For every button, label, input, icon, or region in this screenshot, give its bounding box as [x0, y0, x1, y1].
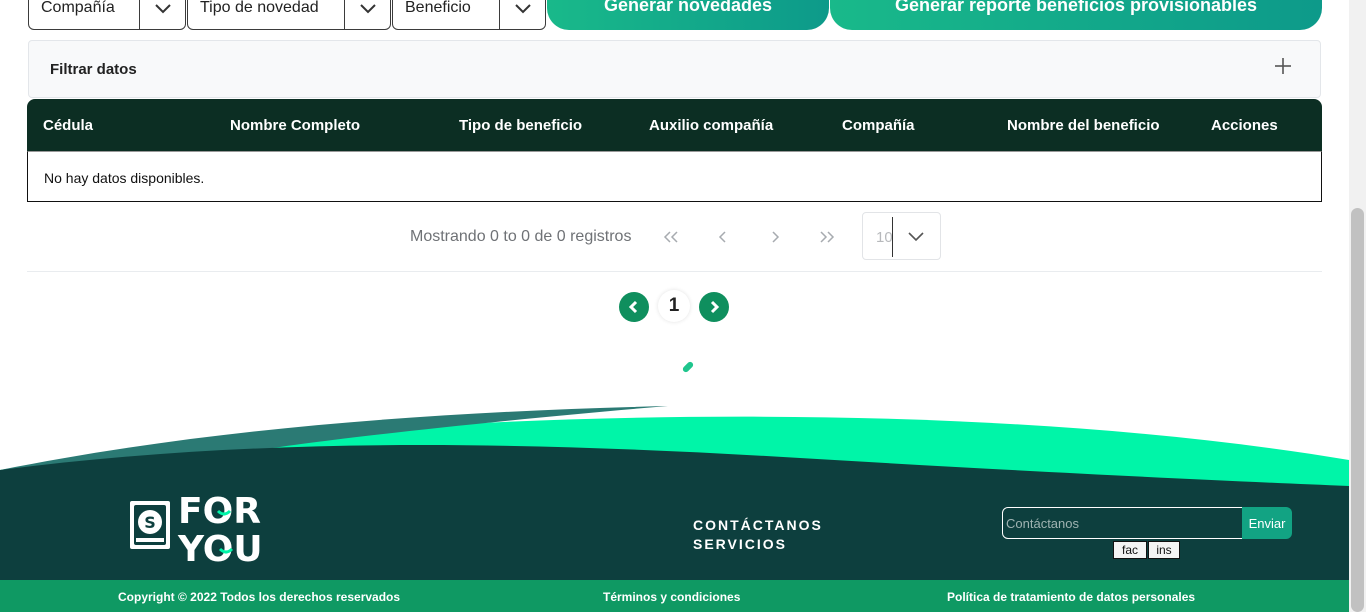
column-header-benefit-name[interactable]: Nombre del beneficio [1007, 117, 1160, 134]
divider [27, 271, 1322, 272]
double-chevron-left-icon[interactable] [659, 226, 683, 248]
footer-bottom-bar: Copyright © 2022 Todos los derechos rese… [0, 580, 1349, 612]
filter-panel-title: Filtrar datos [50, 61, 137, 78]
column-header-company-aid[interactable]: Auxilio compañía [649, 117, 773, 134]
footer-link-services[interactable]: SERVICIOS [693, 535, 823, 554]
plus-icon[interactable] [1272, 55, 1294, 77]
send-button[interactable]: Enviar [1242, 507, 1292, 539]
page-size-value: 10 [876, 229, 893, 246]
instagram-link[interactable]: ins [1148, 541, 1180, 559]
next-page-button[interactable] [699, 292, 729, 322]
footer-wave-decoration [0, 406, 1349, 490]
svg-text:S: S [144, 513, 156, 532]
column-header-benefit-type[interactable]: Tipo de beneficio [459, 117, 582, 134]
double-chevron-right-icon[interactable] [815, 226, 839, 248]
prev-page-button[interactable] [619, 292, 649, 322]
facebook-link[interactable]: fac [1113, 541, 1147, 559]
table-header: Cédula Nombre Completo Tipo de beneficio… [27, 99, 1322, 151]
contact-input[interactable]: Contáctanos [1002, 507, 1243, 539]
column-header-cedula[interactable]: Cédula [43, 117, 93, 134]
benefit-select-value: Beneficio [405, 0, 471, 16]
novelty-type-select[interactable]: Tipo de novedad [187, 0, 391, 30]
benefit-select[interactable]: Beneficio [392, 0, 546, 30]
chevron-right-icon [710, 300, 720, 314]
for-you-logo[interactable]: S FOR YOU [128, 489, 278, 570]
novelty-type-select-value: Tipo de novedad [200, 0, 319, 16]
page-size-select[interactable]: 10 [862, 212, 941, 260]
loading-indicator [681, 360, 695, 374]
chevron-left-icon[interactable] [711, 226, 735, 248]
column-header-full-name[interactable]: Nombre Completo [230, 117, 360, 134]
text-cursor [892, 217, 893, 257]
empty-table-message: No hay datos disponibles. [44, 170, 205, 186]
footer-link-contact[interactable]: CONTÁCTANOS [693, 516, 823, 535]
chevron-left-icon [628, 300, 638, 314]
chevron-down-icon [499, 0, 545, 29]
copyright-text: Copyright © 2022 Todos los derechos rese… [118, 590, 401, 604]
privacy-policy-link[interactable]: Política de tratamiento de datos persona… [947, 590, 1195, 604]
generate-report-button[interactable]: Generar reporte beneficios provisionable… [830, 0, 1322, 30]
svg-text:YOU: YOU [177, 529, 263, 565]
column-header-actions: Acciones [1211, 117, 1278, 134]
chevron-down-icon [344, 0, 390, 29]
company-select-value: Compañía [41, 0, 115, 16]
page-scrollbar[interactable] [1349, 0, 1366, 612]
chevron-right-icon[interactable] [763, 226, 787, 248]
column-header-company[interactable]: Compañía [842, 117, 915, 134]
current-page[interactable]: 1 [658, 290, 690, 322]
table-body: No hay datos disponibles. [27, 151, 1322, 202]
pagination-info: Mostrando 0 to 0 de 0 registros [410, 228, 632, 245]
chevron-down-icon [907, 227, 925, 250]
filter-panel[interactable]: Filtrar datos [28, 40, 1321, 98]
footer-links: CONTÁCTANOS SERVICIOS [693, 516, 823, 554]
generate-novelties-button[interactable]: Generar novedades [547, 0, 829, 30]
scrollbar-thumb[interactable] [1351, 208, 1364, 612]
chevron-down-icon [139, 0, 185, 29]
company-select[interactable]: Compañía [28, 0, 186, 30]
terms-link[interactable]: Términos y condiciones [603, 590, 740, 604]
